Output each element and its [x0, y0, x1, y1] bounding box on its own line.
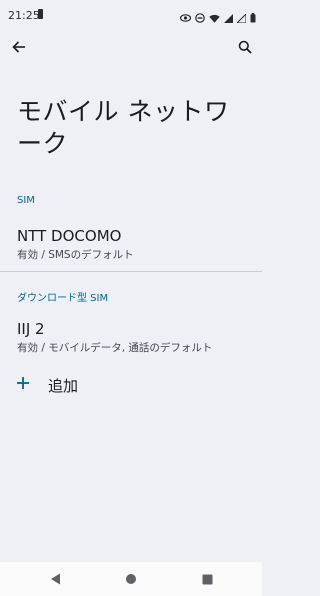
arrow-back-icon [12, 41, 25, 53]
signal-icon-2 [235, 8, 247, 27]
list-item-ntt-docomo[interactable]: NTT DOCOMO 有効 / SMSのデフォルト [0, 222, 262, 266]
page-title: モバイル ネットワーク [17, 97, 230, 158]
navigation-bar [0, 562, 262, 596]
nav-back-button[interactable] [46, 570, 64, 588]
notification-icon [38, 9, 43, 19]
list-item-iij[interactable]: IIJ 2 有効 / モバイルデータ, 通話のデフォルト [0, 315, 262, 359]
add-sim-button[interactable]: 追加 [0, 372, 262, 400]
section-header-sim: SIM [17, 195, 35, 206]
add-label: 追加 [48, 377, 79, 395]
do-not-disturb-icon [195, 8, 205, 27]
item-summary: 有効 / モバイルデータ, 通話のデフォルト [17, 342, 213, 354]
nav-back-icon [50, 573, 60, 585]
status-icons [179, 8, 256, 27]
item-title: IIJ 2 [17, 320, 45, 338]
nav-recents-icon [202, 574, 212, 584]
nav-home-icon [126, 574, 136, 584]
status-time: 21:25 [8, 9, 40, 22]
divider [0, 271, 262, 272]
toolbar [0, 32, 262, 62]
signal-icon [224, 8, 233, 27]
wifi-icon [209, 8, 220, 27]
plus-icon [17, 377, 29, 389]
status-bar: 21:25 [0, 0, 262, 32]
item-summary: 有効 / SMSのデフォルト [17, 249, 134, 261]
search-button[interactable] [234, 36, 256, 58]
search-icon [238, 40, 252, 54]
nav-home-button[interactable] [122, 570, 140, 588]
nav-recents-button[interactable] [198, 570, 216, 588]
battery-icon [250, 8, 256, 27]
item-title: NTT DOCOMO [17, 227, 122, 245]
back-button[interactable] [8, 36, 30, 58]
eye-icon [179, 8, 192, 27]
section-header-esim: ダウンロード型 SIM [17, 293, 109, 304]
